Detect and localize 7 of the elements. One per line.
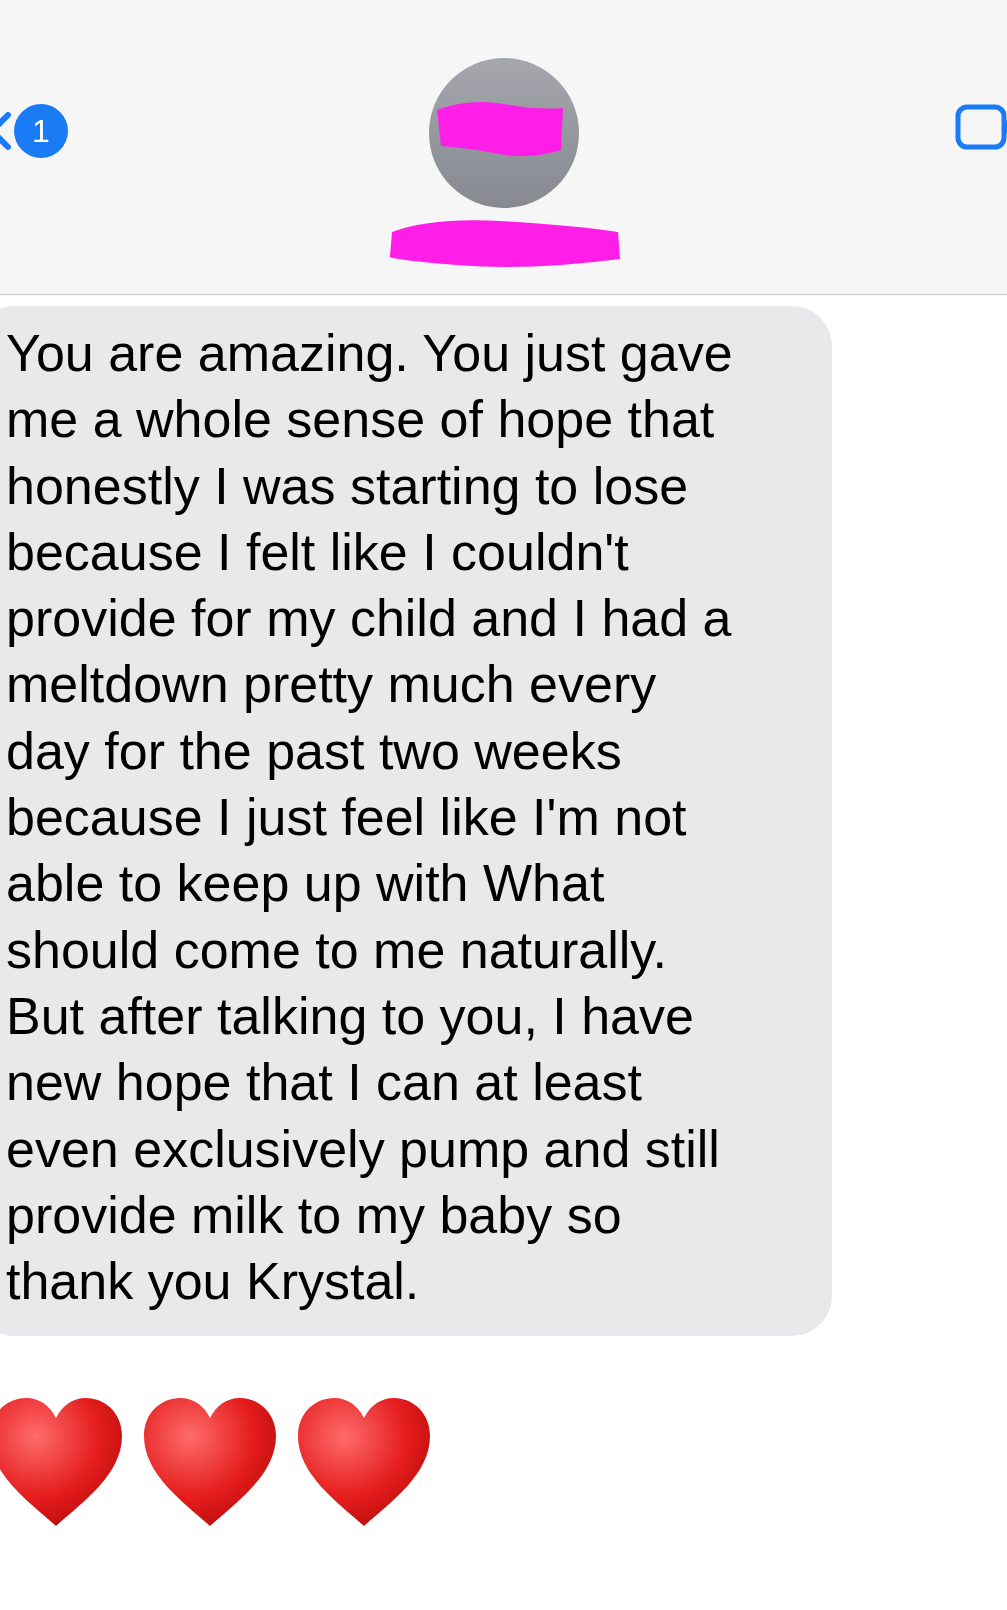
message-bubble: You are amazing. You just gave me a whole sense of hope that honestly I was starting to lose because I felt like I couldn't provide for my child and I had a meltdown pretty much every day for the past two weeks because I just feel like I'm not able to keep up with What should come to me naturally. But after talking to you, I have new hope that I can at least even exclusively pump and still provide milk to my baby so thank you Krystal. (0, 306, 832, 1337)
contact-avatar[interactable] (428, 58, 579, 208)
heart-icon (296, 1396, 432, 1529)
video-camera-icon[interactable] (955, 104, 1007, 150)
heart-icon (142, 1396, 278, 1529)
heart-icon (0, 1396, 124, 1529)
unread-badge[interactable]: 1 (14, 104, 68, 158)
